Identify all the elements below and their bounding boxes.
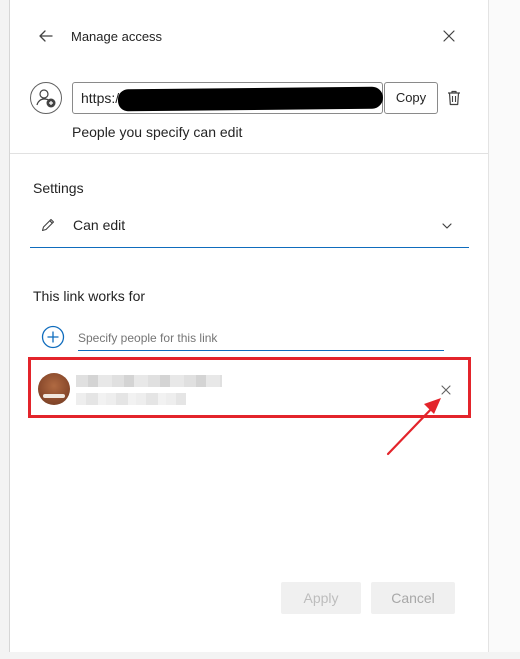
settings-heading: Settings — [33, 180, 84, 196]
add-circle-icon[interactable] — [41, 325, 65, 349]
background-window-bottom — [0, 652, 520, 659]
share-link-icon — [30, 82, 62, 114]
trash-icon — [448, 90, 460, 106]
background-window-right — [488, 0, 520, 659]
permission-dropdown[interactable]: Can edit — [30, 207, 469, 248]
link-description: People you specify can edit — [72, 124, 243, 140]
redaction-mark — [117, 86, 384, 112]
cancel-button[interactable]: Cancel — [371, 582, 455, 614]
arrow-left-icon — [39, 30, 53, 42]
background-window-left — [0, 0, 10, 659]
close-icon — [443, 30, 455, 42]
chevron-down-icon — [442, 223, 452, 229]
delete-link-button[interactable] — [444, 88, 464, 108]
permission-value: Can edit — [73, 217, 126, 233]
link-works-for-heading: This link works for — [33, 288, 146, 304]
panel-title: Manage access — [71, 29, 163, 44]
specify-people-input[interactable] — [78, 325, 444, 351]
back-button[interactable] — [36, 26, 56, 46]
annotation-arrow-icon — [386, 398, 441, 456]
close-button[interactable] — [440, 27, 458, 45]
pencil-icon — [41, 218, 55, 232]
copy-button[interactable]: Copy — [384, 82, 438, 114]
section-divider — [10, 153, 488, 154]
person-email-blurred — [76, 393, 186, 405]
avatar — [38, 373, 70, 405]
person-name-blurred — [76, 375, 222, 387]
apply-button[interactable]: Apply — [281, 582, 361, 614]
